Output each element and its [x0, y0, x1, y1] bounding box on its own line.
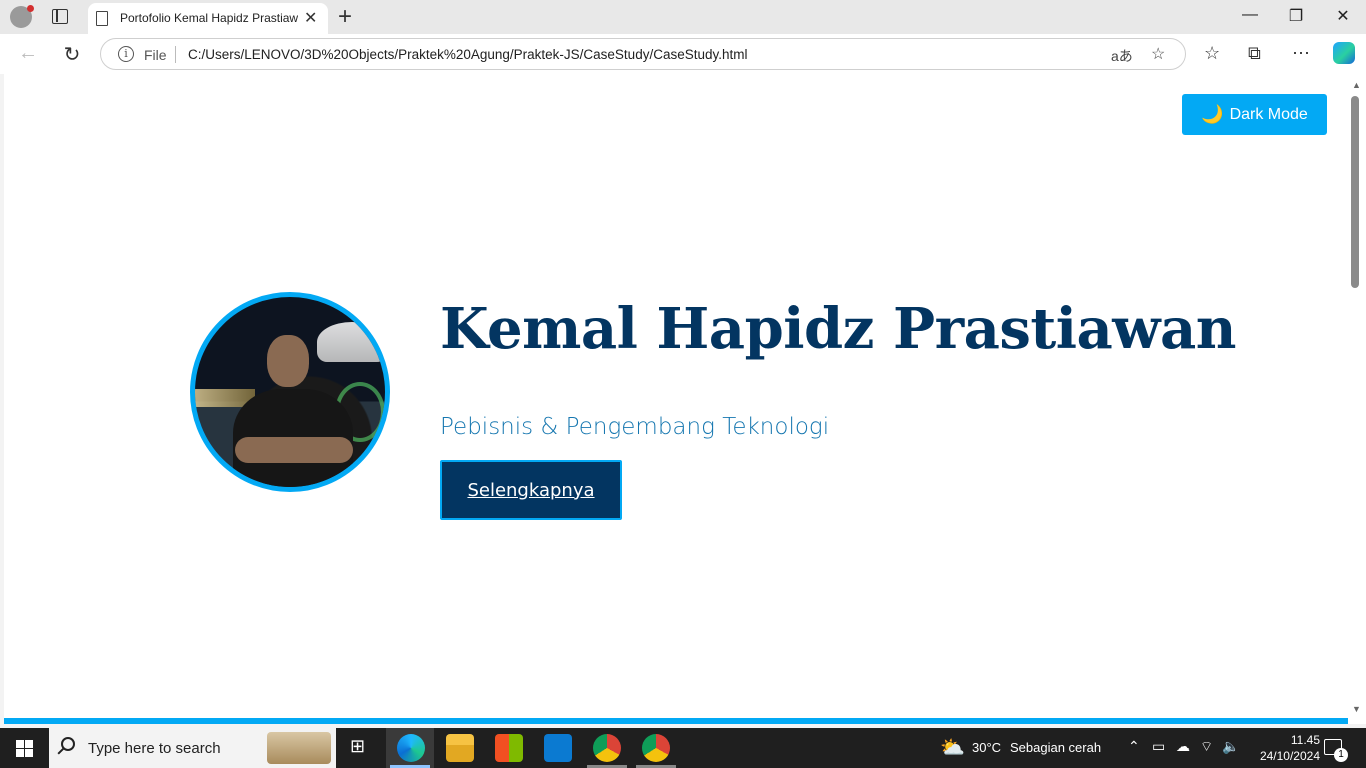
browser-toolbar: ← ↻ i File C:/Users/LENOVO/3D%20Objects/… — [0, 34, 1366, 74]
tab-actions-icon[interactable] — [52, 9, 68, 24]
hero-name: Kemal Hapidz Prastiawan — [440, 296, 1237, 362]
collections-icon[interactable]: ⧉ — [1248, 43, 1261, 64]
edge-browser-icon[interactable] — [397, 734, 425, 762]
hero-subtitle: Pebisnis & Pengembang Teknologi — [440, 414, 830, 440]
learn-more-button[interactable]: Selengkapnya — [440, 460, 622, 520]
vscode-icon[interactable] — [544, 734, 572, 762]
accent-bar — [4, 718, 1348, 724]
restore-button[interactable]: ❐ — [1286, 6, 1306, 26]
address-separator — [175, 46, 176, 63]
profile-photo — [190, 292, 390, 492]
taskbar-clock[interactable]: 11.45 24/10/2024 — [1240, 732, 1320, 764]
read-aloud-translate-icon[interactable]: aあ — [1111, 46, 1133, 66]
dark-mode-label: Dark Mode — [1229, 105, 1308, 123]
scrollbar-thumb[interactable] — [1351, 96, 1359, 288]
windows-taskbar: Type here to search ⊞ ⛅ 30°C Sebagian ce… — [0, 728, 1366, 768]
scroll-up-arrow-icon[interactable]: ▲ — [1352, 80, 1361, 90]
microsoft-store-icon[interactable] — [495, 734, 523, 762]
favorite-star-icon[interactable]: ☆ — [1151, 44, 1165, 64]
windows-start-icon[interactable] — [16, 740, 33, 757]
profile-avatar-icon[interactable] — [10, 5, 34, 28]
more-menu-icon[interactable]: ⋯ — [1292, 43, 1310, 64]
chrome-icon[interactable] — [593, 734, 621, 762]
onedrive-cloud-icon[interactable]: ☁ — [1176, 738, 1190, 755]
dark-mode-button[interactable]: 🌙 Dark Mode — [1182, 94, 1327, 135]
scroll-down-arrow-icon[interactable]: ▼ — [1352, 704, 1361, 714]
search-highlight-image — [267, 732, 331, 764]
address-scheme: File — [144, 47, 167, 63]
file-explorer-icon[interactable] — [446, 734, 474, 762]
page-viewport: 🌙 Dark Mode Kemal Hapidz Prastiawan Pebi… — [4, 74, 1348, 724]
page-scrollbar[interactable]: ▲ ▼ — [1348, 74, 1366, 724]
copilot-icon[interactable] — [1333, 42, 1355, 64]
search-icon — [61, 737, 75, 751]
refresh-icon[interactable]: ↻ — [60, 42, 84, 67]
favorites-icon[interactable]: ☆ — [1204, 43, 1220, 64]
task-view-icon[interactable]: ⊞ — [350, 736, 365, 757]
taskbar-search-placeholder: Type here to search — [88, 740, 221, 757]
tab-close-button[interactable]: ✕ — [304, 8, 317, 28]
address-url[interactable]: C:/Users/LENOVO/3D%20Objects/Praktek%20A… — [188, 47, 748, 62]
minimize-button[interactable]: — — [1240, 6, 1260, 24]
close-window-button[interactable]: ✕ — [1333, 6, 1353, 26]
show-hidden-icons-chevron-icon[interactable]: ⌃ — [1128, 738, 1140, 755]
back-arrow-icon[interactable]: ← — [16, 42, 40, 65]
moon-icon: 🌙 — [1201, 104, 1224, 124]
weather-temp[interactable]: 30°C — [972, 740, 1001, 755]
volume-icon[interactable]: 🔈 — [1222, 738, 1239, 755]
info-icon[interactable]: i — [118, 46, 134, 62]
wifi-icon[interactable]: ⌔ — [1200, 738, 1213, 756]
taskbar-search-box[interactable]: Type here to search — [49, 728, 336, 768]
address-bar[interactable]: i File C:/Users/LENOVO/3D%20Objects/Prak… — [100, 38, 1186, 70]
weather-desc[interactable]: Sebagian cerah — [1010, 740, 1101, 755]
weather-icon[interactable]: ⛅ — [940, 735, 965, 760]
clock-date: 24/10/2024 — [1259, 749, 1320, 763]
clock-time: 11.45 — [1290, 733, 1320, 747]
battery-icon[interactable]: ▭ — [1152, 738, 1165, 755]
browser-title-bar: Portofolio Kemal Hapidz Prastiawan ✕ + —… — [0, 0, 1366, 34]
tab-title: Portofolio Kemal Hapidz Prastiawan — [120, 11, 298, 25]
page-file-icon — [96, 11, 108, 26]
browser-tab[interactable]: Portofolio Kemal Hapidz Prastiawan ✕ — [88, 3, 328, 34]
notification-count-badge: 1 — [1334, 748, 1348, 762]
new-tab-button[interactable]: + — [338, 3, 352, 31]
chrome-profile-icon[interactable] — [642, 734, 670, 762]
